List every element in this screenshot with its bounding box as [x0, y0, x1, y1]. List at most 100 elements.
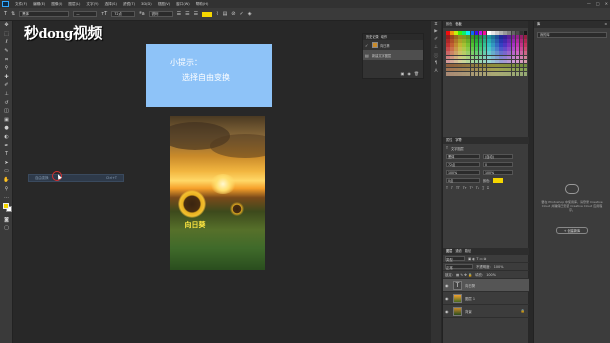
menu-filter[interactable]: 滤镜(T) — [123, 2, 135, 7]
swatch-cell[interactable] — [503, 55, 507, 60]
swatch-cell[interactable] — [503, 43, 507, 47]
free-transform-menu-item[interactable]: 自由变换 Ctrl+T — [28, 174, 124, 182]
layer-row-background[interactable]: ◉ 背景 🔒 — [443, 305, 529, 318]
swatch-cell[interactable] — [519, 67, 524, 72]
swatch-cell[interactable] — [519, 39, 524, 43]
swatch-cell[interactable] — [458, 55, 462, 60]
swatch-cell[interactable] — [495, 55, 499, 60]
swatch-cell[interactable] — [482, 39, 487, 43]
swatch-cell[interactable] — [507, 47, 511, 51]
swatch-cell[interactable] — [491, 43, 495, 47]
swatch-cell[interactable] — [486, 39, 491, 43]
shape-tool-icon[interactable]: ▭ — [0, 167, 13, 176]
swatch-cell[interactable] — [478, 59, 483, 64]
swatch-cell[interactable] — [470, 71, 475, 76]
type-tool-icon[interactable]: T — [0, 150, 13, 159]
swatch-cell[interactable] — [466, 63, 471, 68]
lasso-tool-icon[interactable]: ℓ — [0, 38, 13, 47]
superscript-icon[interactable]: T¹ — [470, 186, 473, 190]
swatch-cell[interactable] — [486, 55, 491, 60]
italic-icon[interactable]: 𝑇 — [451, 186, 453, 190]
swatch-cell[interactable] — [515, 39, 520, 43]
swatch-cell[interactable] — [470, 47, 475, 51]
swatch-cell[interactable] — [454, 63, 458, 68]
swatch-cell[interactable] — [519, 35, 524, 39]
swatch-cell[interactable] — [486, 43, 491, 47]
swatch-cell[interactable] — [470, 59, 475, 64]
tab-libraries[interactable]: 库 — [537, 21, 540, 28]
allcaps-icon[interactable]: TT — [456, 186, 460, 190]
tab-color[interactable]: 颜色 — [446, 21, 452, 28]
swatch-cell[interactable] — [507, 59, 511, 64]
font-size-field[interactable]: 72点 — [446, 161, 480, 167]
swatch-cell[interactable] — [446, 47, 450, 51]
history-snapshot[interactable]: ✓ 向日葵 — [363, 40, 423, 50]
swatch-cell[interactable] — [446, 67, 450, 72]
swatch-cell[interactable] — [454, 55, 458, 60]
menu-view[interactable]: 视图(V) — [158, 2, 170, 7]
swatch-cell[interactable] — [491, 31, 495, 35]
swatch-cell[interactable] — [511, 59, 516, 64]
menu-help[interactable]: 帮助(H) — [196, 2, 209, 7]
history-icon[interactable]: ⧖ — [431, 21, 441, 29]
3d-icon[interactable]: ◈ — [248, 11, 252, 17]
swatch-cell[interactable] — [446, 55, 450, 60]
move-tool-icon[interactable]: ✥ — [0, 21, 13, 30]
swatch-cell[interactable] — [486, 63, 491, 68]
subscript-icon[interactable]: T₁ — [476, 186, 479, 190]
swatch-cell[interactable] — [519, 55, 524, 60]
actions-icon[interactable]: ▶ — [431, 29, 441, 37]
swatch-cell[interactable] — [507, 71, 511, 76]
swatch-cell[interactable] — [491, 67, 495, 72]
swatch-cell[interactable] — [446, 43, 450, 47]
swatch-cell[interactable] — [454, 51, 458, 56]
swatch-cell[interactable] — [491, 59, 495, 64]
swatch-grid[interactable] — [446, 31, 528, 76]
swatch-cell[interactable] — [519, 59, 524, 64]
swatch-cell[interactable] — [450, 47, 454, 51]
bold-icon[interactable]: T — [446, 186, 448, 190]
swatch-cell[interactable] — [495, 43, 499, 47]
swatch-cell[interactable] — [515, 55, 520, 60]
swatch-cell[interactable] — [454, 59, 458, 64]
swatch-cell[interactable] — [511, 71, 516, 76]
swatch-cell[interactable] — [446, 71, 450, 76]
marquee-tool-icon[interactable]: ⬚ — [0, 30, 13, 39]
tab-swatches[interactable]: 色板 — [455, 21, 461, 28]
crop-tool-icon[interactable]: ⌗ — [0, 55, 13, 64]
swatch-cell[interactable] — [503, 47, 507, 51]
swatch-cell[interactable] — [454, 67, 458, 72]
swatch-cell[interactable] — [462, 35, 466, 39]
swatch-cell[interactable] — [450, 67, 454, 72]
swatch-cell[interactable] — [446, 63, 450, 68]
swatch-cell[interactable] — [450, 35, 454, 39]
font-family-select[interactable]: 黑体 — [19, 11, 70, 17]
swatch-cell[interactable] — [474, 67, 479, 72]
swatch-cell[interactable] — [495, 31, 499, 35]
swatch-cell[interactable] — [495, 63, 499, 68]
swatch-cell[interactable] — [466, 43, 471, 47]
blur-tool-icon[interactable]: ● — [0, 124, 13, 133]
paragraph-icon[interactable]: ¶ — [431, 61, 441, 69]
swatch-cell[interactable] — [474, 59, 479, 64]
swatch-cell[interactable] — [523, 35, 528, 39]
swatch-cell[interactable] — [454, 47, 458, 51]
swatch-cell[interactable] — [470, 67, 475, 72]
character-panel-icon[interactable]: ▤ — [223, 11, 228, 17]
layer-kind-filter[interactable]: 类型 — [445, 256, 465, 262]
lock-icons[interactable]: ▦ ✎ ✥ 🔒 — [456, 273, 472, 277]
hand-tool-icon[interactable]: ✋ — [0, 176, 13, 185]
swatch-cell[interactable] — [474, 47, 479, 51]
align-center-icon[interactable]: ☰ — [185, 11, 189, 17]
swatch-cell[interactable] — [519, 71, 524, 76]
eye-icon[interactable]: ◉ — [445, 283, 450, 288]
swatch-cell[interactable] — [482, 71, 487, 76]
eye-icon[interactable]: ◉ — [445, 309, 450, 314]
swatch-cell[interactable] — [482, 35, 487, 39]
swatch-cell[interactable] — [474, 55, 479, 60]
swatch-cell[interactable] — [482, 51, 487, 56]
baseline-shift-field[interactable]: 0点 — [446, 177, 480, 183]
swatch-cell[interactable] — [450, 51, 454, 56]
swatch-cell[interactable] — [458, 35, 462, 39]
swatch-cell[interactable] — [491, 47, 495, 51]
